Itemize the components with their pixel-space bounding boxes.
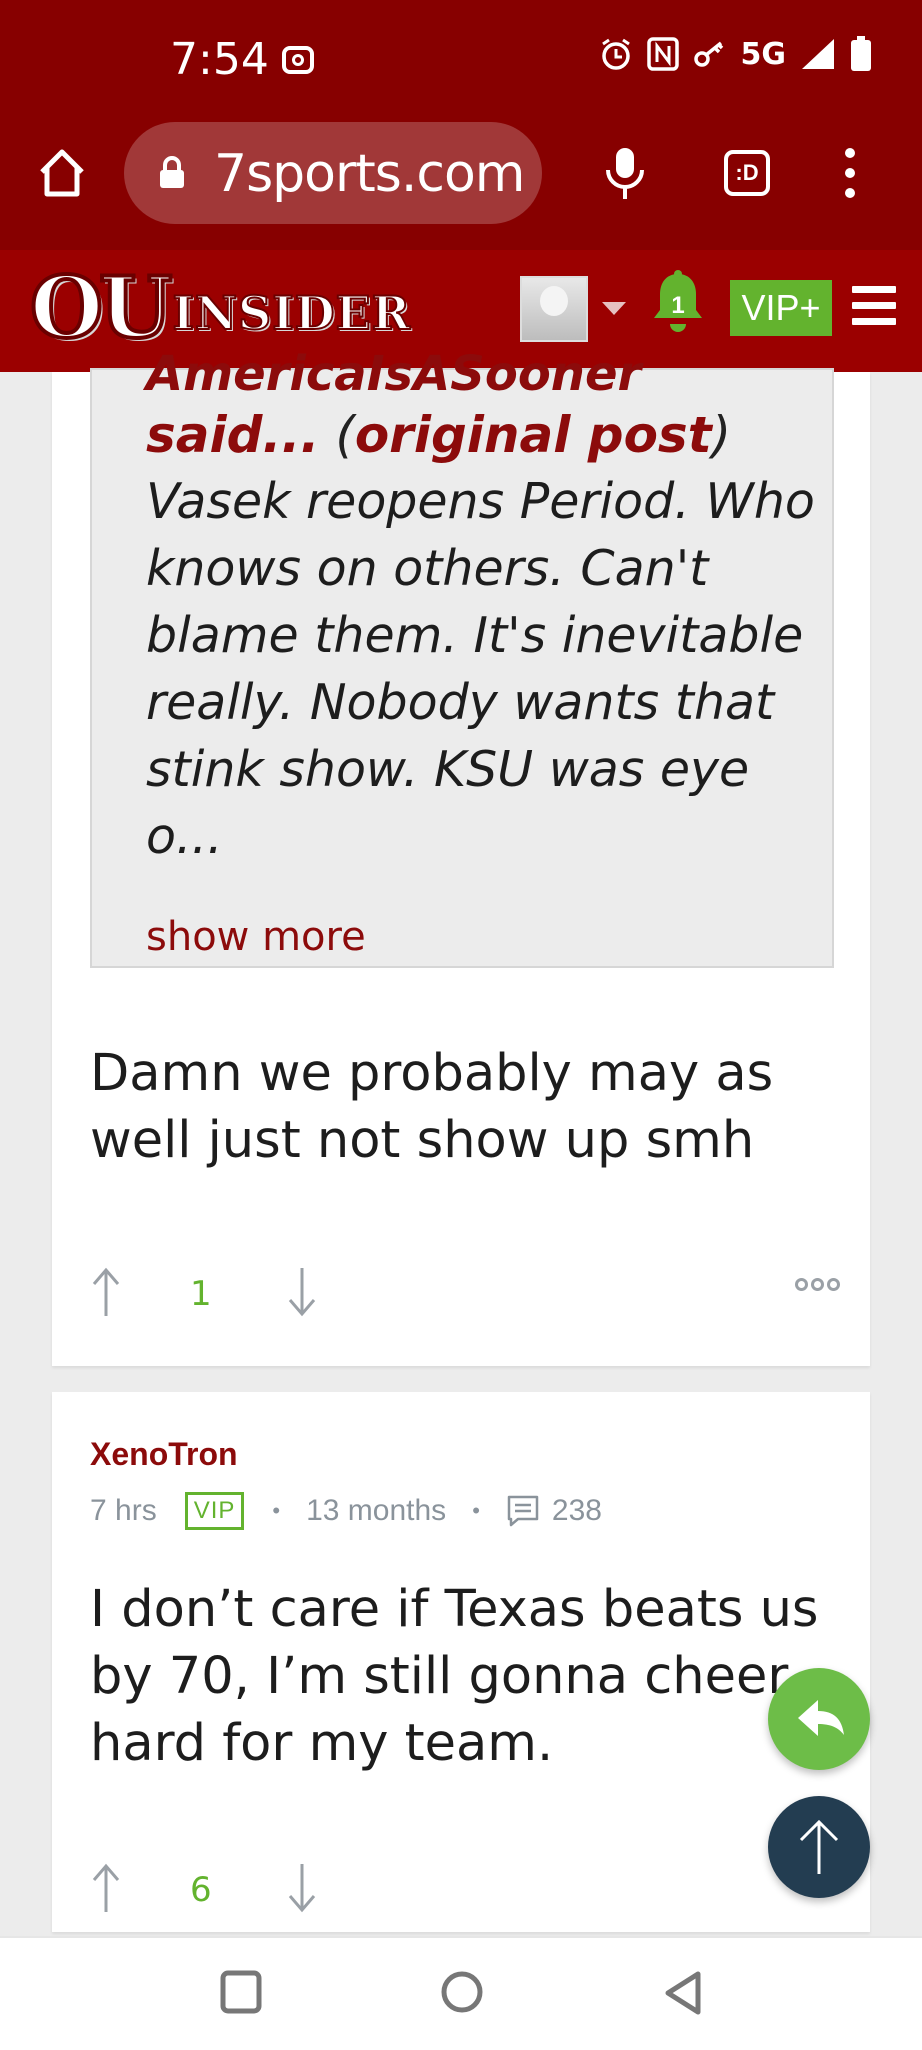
alarm-icon — [601, 38, 630, 70]
screen-record-icon — [282, 46, 314, 74]
separator-dot: • — [472, 1498, 480, 1523]
paren-open: ( — [319, 406, 355, 464]
battery-icon — [851, 36, 871, 71]
post-time: 7 hrs — [90, 1494, 157, 1527]
original-post-link[interactable]: original post — [355, 406, 712, 464]
status-bar: 7:54 5G — [0, 0, 922, 118]
quote-body: Vasek reopens Period. Who knows on other… — [146, 473, 815, 865]
vip-button[interactable]: VIP+ — [730, 280, 832, 336]
logo-insider: INSIDER — [171, 285, 411, 341]
comment-count-icon — [507, 1495, 539, 1527]
arrow-up-icon — [799, 1819, 839, 1874]
quote-said: said... — [146, 406, 320, 464]
downvote-arrow-icon[interactable] — [286, 1860, 318, 1916]
more-options-icon[interactable] — [795, 1278, 840, 1291]
network-type: 5G — [740, 36, 787, 72]
separator-dot: • — [272, 1498, 281, 1523]
reply-button[interactable] — [768, 1668, 870, 1770]
comment-body: Damn we probably may as well just not sh… — [90, 1044, 774, 1170]
vip-badge: VIP — [184, 1492, 245, 1530]
tab-switcher-icon[interactable]: :D — [724, 150, 770, 196]
lock-icon — [160, 156, 184, 188]
overflow-menu-icon[interactable] — [842, 148, 858, 200]
quote-author[interactable]: AmericaIsASooner — [146, 346, 641, 402]
member-duration: 13 months — [306, 1494, 447, 1527]
browser-toolbar: 7sports.com :D — [0, 118, 922, 250]
scroll-to-top-button[interactable] — [768, 1796, 870, 1898]
vote-count: 1 — [190, 1274, 212, 1314]
comment-author[interactable]: XenoTron — [90, 1436, 238, 1473]
vote-bar: 1 — [90, 1264, 840, 1324]
nfc-icon — [646, 37, 679, 71]
address-bar[interactable]: 7sports.com — [124, 122, 542, 224]
vote-bar: 6 — [90, 1860, 840, 1920]
paren-close: ) — [711, 406, 732, 464]
logo-ou: OU — [28, 258, 174, 357]
system-nav-bar — [0, 1936, 922, 2050]
avatar[interactable] — [520, 276, 588, 342]
key-icon — [693, 41, 723, 67]
notification-button[interactable]: 1 — [650, 268, 706, 338]
comment-card: AmericaIsASooner said... (original post)… — [52, 346, 870, 1366]
chevron-down-icon[interactable] — [602, 302, 626, 315]
upvote-arrow-icon[interactable] — [90, 1860, 122, 1916]
upvote-arrow-icon[interactable] — [90, 1264, 122, 1320]
home-circle-icon[interactable] — [440, 1970, 484, 2014]
vote-count: 6 — [190, 1870, 212, 1910]
comment-body: I don’t care if Texas beats us by 70, I’… — [90, 1580, 819, 1773]
quote-attribution: said... (original post) — [146, 406, 731, 464]
show-more-link[interactable]: show more — [146, 914, 366, 960]
site-logo[interactable]: OU INSIDER — [28, 258, 411, 358]
back-triangle-icon[interactable] — [662, 1970, 704, 2016]
home-icon[interactable] — [38, 148, 86, 198]
url-text: 7sports.com — [214, 144, 525, 204]
comment-meta: 7 hrs VIP • 13 months • 238 — [90, 1492, 602, 1530]
reply-icon — [798, 1700, 844, 1736]
signal-icon — [802, 39, 834, 69]
mic-icon[interactable] — [604, 146, 646, 202]
status-time: 7:54 — [170, 34, 269, 85]
quoted-post: AmericaIsASooner said... (original post)… — [90, 346, 834, 968]
hamburger-menu-icon[interactable] — [852, 286, 896, 326]
downvote-arrow-icon[interactable] — [286, 1264, 318, 1320]
comment-card: XenoTron 7 hrs VIP • 13 months • 238 I d… — [52, 1392, 870, 1932]
notification-count: 1 — [671, 292, 685, 319]
recent-apps-icon[interactable] — [220, 1970, 262, 2014]
post-count: 238 — [551, 1494, 602, 1527]
status-icons: 5G — [599, 36, 873, 72]
